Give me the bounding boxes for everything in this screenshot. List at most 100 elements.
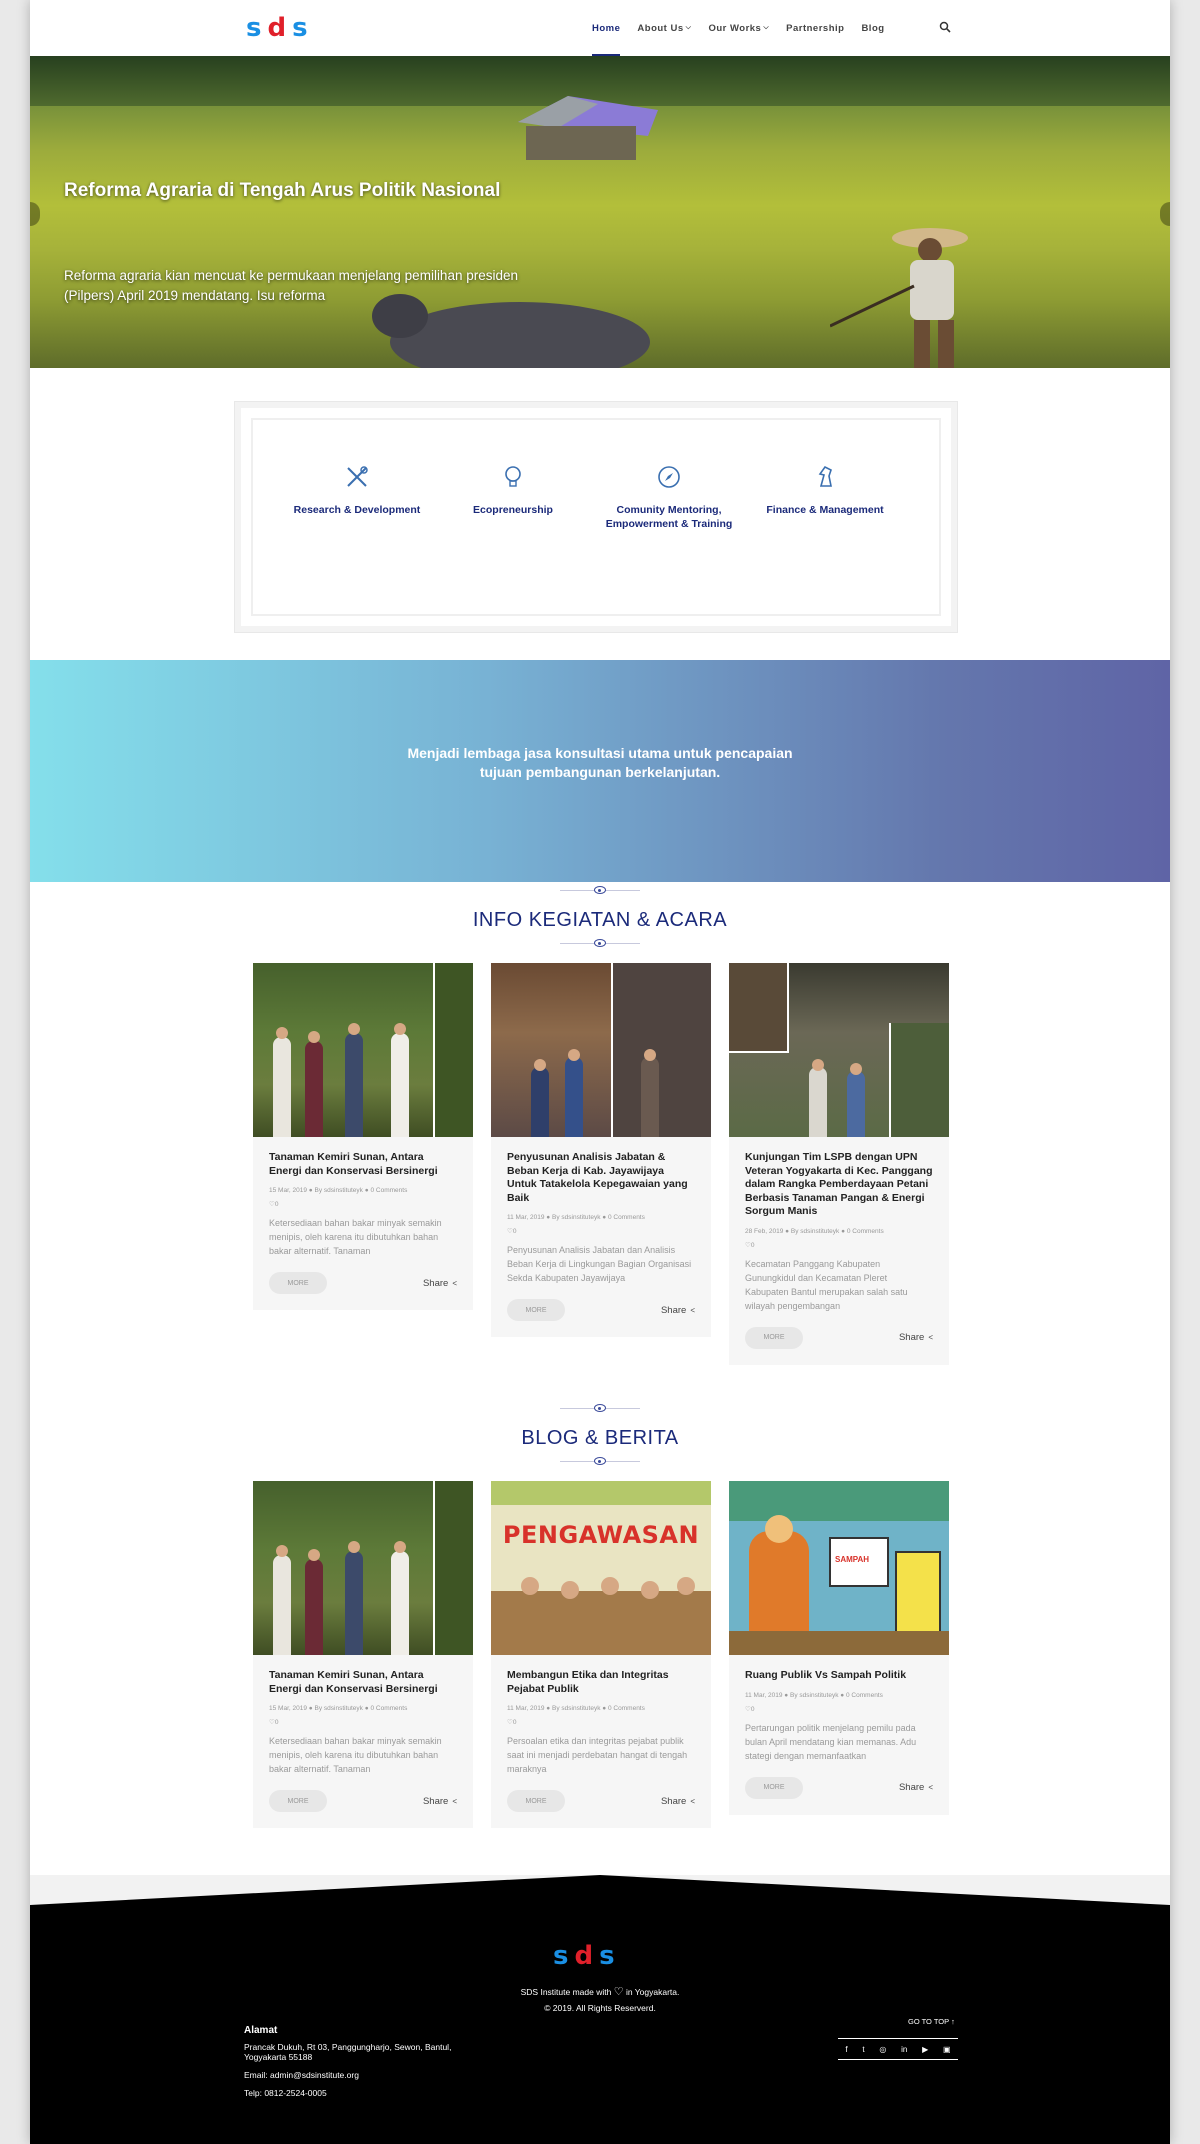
more-button[interactable]: MORE	[269, 1272, 327, 1294]
chevron-down-icon: ⌵	[763, 24, 770, 31]
event-card[interactable]: Penyusunan Analisis Jabatan & Beban Kerj…	[491, 963, 711, 1337]
event-card[interactable]: Tanaman Kemiri Sunan, Antara Energi dan …	[253, 963, 473, 1310]
post-comments[interactable]: 0 Comments	[846, 1692, 883, 1699]
service-ecopreneurship[interactable]: Ecopreneurship	[443, 464, 583, 517]
post-thumbnail[interactable]: PENGAWASAN	[491, 1481, 711, 1655]
post-title[interactable]: Tanaman Kemiri Sunan, Antara Energi dan …	[269, 1151, 457, 1178]
share-button[interactable]: Share <	[423, 1796, 457, 1807]
nav-label: Blog	[861, 22, 885, 34]
facebook-icon[interactable]: f	[845, 2045, 847, 2054]
post-comments[interactable]: 0 Comments	[847, 1228, 884, 1235]
post-date: 11 Mar, 2019	[745, 1691, 783, 1699]
person-head	[812, 1059, 824, 1071]
comment-icon: ●	[602, 1705, 607, 1712]
service-finance-management[interactable]: Finance & Management	[755, 464, 895, 517]
nav-item-blog[interactable]: Blog	[861, 0, 884, 56]
chevron-down-icon: ⌵	[685, 24, 692, 31]
post-thumbnail[interactable]	[253, 1481, 473, 1655]
person-figure	[345, 1033, 363, 1137]
post-author[interactable]: By sdsinstituteyk	[552, 1214, 600, 1221]
blog-card[interactable]: Tanaman Kemiri Sunan, Antara Energi dan …	[253, 1481, 473, 1828]
nav-item-our-works[interactable]: Our Works ⌵	[708, 0, 769, 56]
post-thumbnail[interactable]	[491, 963, 711, 1137]
service-research-development[interactable]: Research & Development	[287, 464, 427, 517]
post-comments[interactable]: 0 Comments	[608, 1214, 645, 1221]
post-likes[interactable]: ♡0	[745, 1241, 933, 1249]
dribbble-icon[interactable]: ◎	[879, 2045, 886, 2054]
hero-title[interactable]: Reforma Agraria di Tengah Arus Politik N…	[64, 180, 500, 202]
post-comments[interactable]: 0 Comments	[371, 1187, 408, 1194]
blog-card[interactable]: PENGAWASAN Membangun Etika dan Integrita…	[491, 1481, 711, 1828]
nav-item-partnership[interactable]: Partnership	[786, 0, 844, 56]
post-likes[interactable]: ♡0	[745, 1705, 933, 1713]
cartoon-face	[601, 1577, 619, 1595]
share-button[interactable]: Share <	[661, 1796, 695, 1807]
logo-letter-s: s	[246, 13, 264, 43]
likes-count: 0	[274, 1201, 279, 1208]
post-thumbnail[interactable]: SAMPAH	[729, 1481, 949, 1655]
share-button[interactable]: Share <	[899, 1332, 933, 1343]
share-label: Share	[422, 1795, 449, 1807]
blog-card[interactable]: SAMPAH Ruang Publik Vs Sampah Politik 11…	[729, 1481, 949, 1815]
compass-icon	[658, 466, 680, 488]
site-logo[interactable]: s d s	[246, 13, 310, 43]
post-thumbnail[interactable]	[253, 963, 473, 1137]
footer-copyright: © 2019. All Rights Reserverd.	[544, 2003, 656, 2013]
share-label: Share	[898, 1782, 925, 1793]
user-icon: ●	[785, 1227, 790, 1235]
post-title[interactable]: Kunjungan Tim LSPB dengan UPN Veteran Yo…	[745, 1151, 933, 1219]
more-button[interactable]: MORE	[745, 1326, 803, 1349]
blog-section-title: BLOG & BERITA	[521, 1427, 679, 1449]
service-community-mentoring[interactable]: Comunity Mentoring, Empowerment & Traini…	[599, 464, 739, 531]
post-title[interactable]: Tanaman Kemiri Sunan, Antara Energi dan …	[269, 1669, 457, 1696]
more-button[interactable]: MORE	[745, 1776, 803, 1799]
nav-label: Our Works	[708, 22, 762, 34]
service-label: Research & Development	[293, 504, 421, 516]
post-author[interactable]: By sdsinstituteyk	[315, 1705, 363, 1712]
post-title[interactable]: Membangun Etika dan Integritas Pejabat P…	[507, 1669, 695, 1696]
post-thumbnail[interactable]	[729, 963, 949, 1137]
go-to-top-link[interactable]: GO TO TOP ↑	[908, 2017, 955, 2026]
youtube-icon[interactable]: ▶	[922, 2045, 928, 2054]
share-button[interactable]: Share <	[423, 1278, 457, 1289]
post-author[interactable]: By sdsinstituteyk	[791, 1228, 839, 1235]
comment-icon: ●	[602, 1214, 607, 1221]
post-likes[interactable]: ♡0	[269, 1200, 457, 1208]
person-head	[276, 1027, 288, 1039]
nav-item-home[interactable]: Home	[592, 0, 621, 56]
more-button[interactable]: MORE	[507, 1790, 565, 1812]
post-author[interactable]: By sdsinstituteyk	[790, 1692, 838, 1699]
share-button[interactable]: Share <	[661, 1305, 695, 1316]
service-label: Finance & Management	[766, 504, 884, 516]
slider-prev-arrow[interactable]	[30, 202, 40, 226]
heart-icon: ♡	[613, 1986, 624, 1998]
post-comments[interactable]: 0 Comments	[608, 1705, 645, 1712]
person-head	[276, 1545, 288, 1557]
post-comments[interactable]: 0 Comments	[371, 1705, 408, 1712]
share-button[interactable]: Share <	[899, 1782, 933, 1793]
instagram-icon[interactable]: ▣	[943, 2045, 951, 2054]
post-likes[interactable]: ♡0	[507, 1227, 695, 1235]
footer-logo[interactable]: s d s	[553, 1941, 617, 1971]
slider-next-arrow[interactable]	[1160, 202, 1170, 226]
more-button[interactable]: MORE	[269, 1790, 327, 1812]
eye-ornament-icon	[594, 886, 606, 894]
farmer-illustration	[830, 228, 968, 368]
post-likes[interactable]: ♡0	[507, 1718, 695, 1726]
post-author[interactable]: By sdsinstituteyk	[552, 1705, 600, 1712]
search-icon[interactable]	[939, 21, 951, 33]
nav-item-about-us[interactable]: About Us ⌵	[637, 0, 691, 56]
more-button[interactable]: MORE	[507, 1299, 565, 1321]
likes-count: 0	[512, 1228, 517, 1235]
twitter-icon[interactable]: t	[862, 2045, 864, 2054]
post-likes[interactable]: ♡0	[269, 1718, 457, 1726]
email-text[interactable]: Email: admin@sdsinstitute.org	[244, 2070, 484, 2080]
post-title[interactable]: Penyusunan Analisis Jabatan & Beban Kerj…	[507, 1151, 695, 1205]
linkedin-icon[interactable]: in	[901, 2045, 907, 2054]
go-to-top-label: GO TO TOP	[908, 2017, 949, 2026]
tools-icon	[347, 466, 368, 487]
phone-text[interactable]: Telp: 0812-2524-0005	[244, 2088, 484, 2098]
post-author[interactable]: By sdsinstituteyk	[315, 1187, 363, 1194]
event-card[interactable]: Kunjungan Tim LSPB dengan UPN Veteran Yo…	[729, 963, 949, 1365]
post-title[interactable]: Ruang Publik Vs Sampah Politik	[745, 1669, 933, 1683]
